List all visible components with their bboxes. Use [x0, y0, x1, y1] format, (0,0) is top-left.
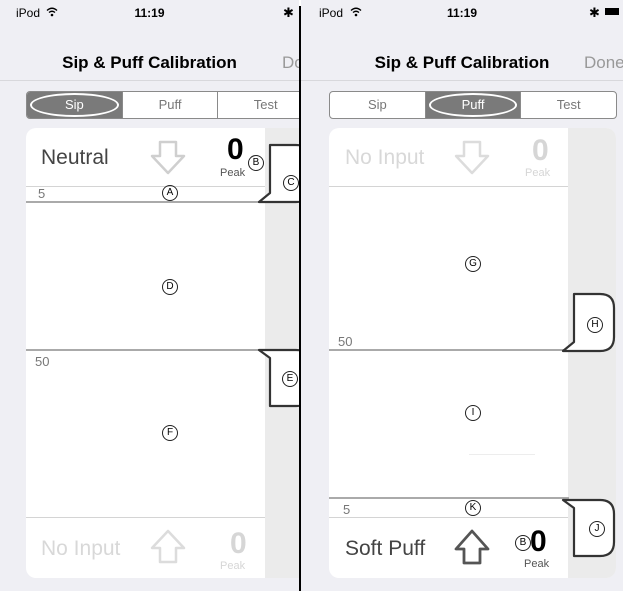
down-arrow-icon — [454, 140, 490, 175]
down-arrow-icon — [150, 140, 186, 175]
mode-segmented-control: Sip Puff Test — [26, 91, 299, 119]
threshold-e-value: 50 — [35, 354, 50, 369]
nav-title: Sip & Puff Calibration — [374, 53, 550, 72]
top-peak-value: 0 — [227, 133, 244, 166]
right-screen: iPod 11:19 ✱ Sip & Puff Calibration Done… — [301, 0, 623, 591]
callout-e: E — [282, 371, 298, 387]
threshold-k-value: 5 — [343, 502, 351, 517]
mode-segmented-control: Sip Puff Test — [329, 91, 617, 119]
callout-b: B — [515, 535, 531, 551]
clock: 11:19 — [134, 6, 165, 20]
divider-bottom — [26, 517, 265, 518]
tab-puff[interactable]: Puff — [425, 92, 522, 118]
up-arrow-icon — [150, 529, 186, 564]
top-state-label: No Input — [345, 146, 425, 169]
top-peak-label: Peak — [525, 167, 551, 179]
callout-i: I — [465, 405, 481, 421]
tab-test[interactable]: Test — [218, 92, 299, 118]
top-peak-value: 0 — [532, 134, 549, 167]
slider-handle-c[interactable] — [256, 143, 299, 205]
nav-bar: Sip & Puff Calibration Done — [301, 22, 623, 81]
callout-j: J — [589, 521, 605, 537]
threshold-slider-h[interactable] — [329, 349, 569, 351]
threshold-slider-e[interactable] — [26, 349, 266, 351]
tab-sip[interactable]: Sip — [27, 92, 123, 118]
threshold-line-low-top — [26, 186, 265, 187]
callout-g: G — [465, 256, 481, 272]
threshold-a-value: 5 — [38, 186, 46, 201]
bottom-peak-label: Peak — [524, 558, 550, 570]
bottom-state-label: No Input — [41, 537, 121, 560]
tab-puff[interactable]: Puff — [123, 92, 219, 118]
bluetooth-icon: ✱ — [283, 5, 294, 20]
bluetooth-icon: ✱ — [589, 5, 600, 20]
nav-bar: Sip & Puff Calibration Don — [0, 22, 299, 81]
clock: 11:19 — [446, 6, 478, 20]
done-button[interactable]: Don — [282, 53, 299, 73]
bottom-state-label: Soft Puff — [345, 537, 426, 560]
status-bar: iPod 11:19 ✱ — [301, 0, 623, 22]
top-peak-label: Peak — [220, 167, 246, 179]
threshold-h-value: 50 — [338, 334, 353, 349]
up-arrow-icon — [454, 529, 490, 565]
callout-h: H — [587, 317, 603, 333]
battery-icon — [605, 8, 619, 15]
tab-test[interactable]: Test — [521, 92, 616, 118]
callout-k: K — [465, 500, 481, 516]
faint-tick — [469, 454, 535, 455]
callout-d: D — [162, 279, 178, 295]
callout-c: C — [283, 175, 299, 191]
status-bar: iPod 11:19 ✱ — [0, 0, 299, 22]
callout-a: A — [162, 185, 178, 201]
bottom-peak-value: 0 — [230, 527, 247, 560]
nav-title: Sip & Puff Calibration — [62, 53, 237, 72]
threshold-slider-a[interactable] — [26, 201, 266, 203]
divider-top — [329, 186, 568, 187]
top-state-label: Neutral — [41, 146, 109, 169]
left-screen: iPod 11:19 ✱ Sip & Puff Calibration Don … — [0, 0, 299, 591]
callout-b: B — [248, 155, 264, 171]
divider-bottom — [329, 517, 568, 518]
threshold-slider-k[interactable] — [329, 497, 569, 499]
bottom-peak-value: 0 — [530, 525, 547, 558]
bottom-peak-label: Peak — [220, 560, 246, 572]
tab-sip[interactable]: Sip — [330, 92, 426, 118]
callout-f: F — [162, 425, 178, 441]
done-button[interactable]: Done — [584, 53, 623, 73]
